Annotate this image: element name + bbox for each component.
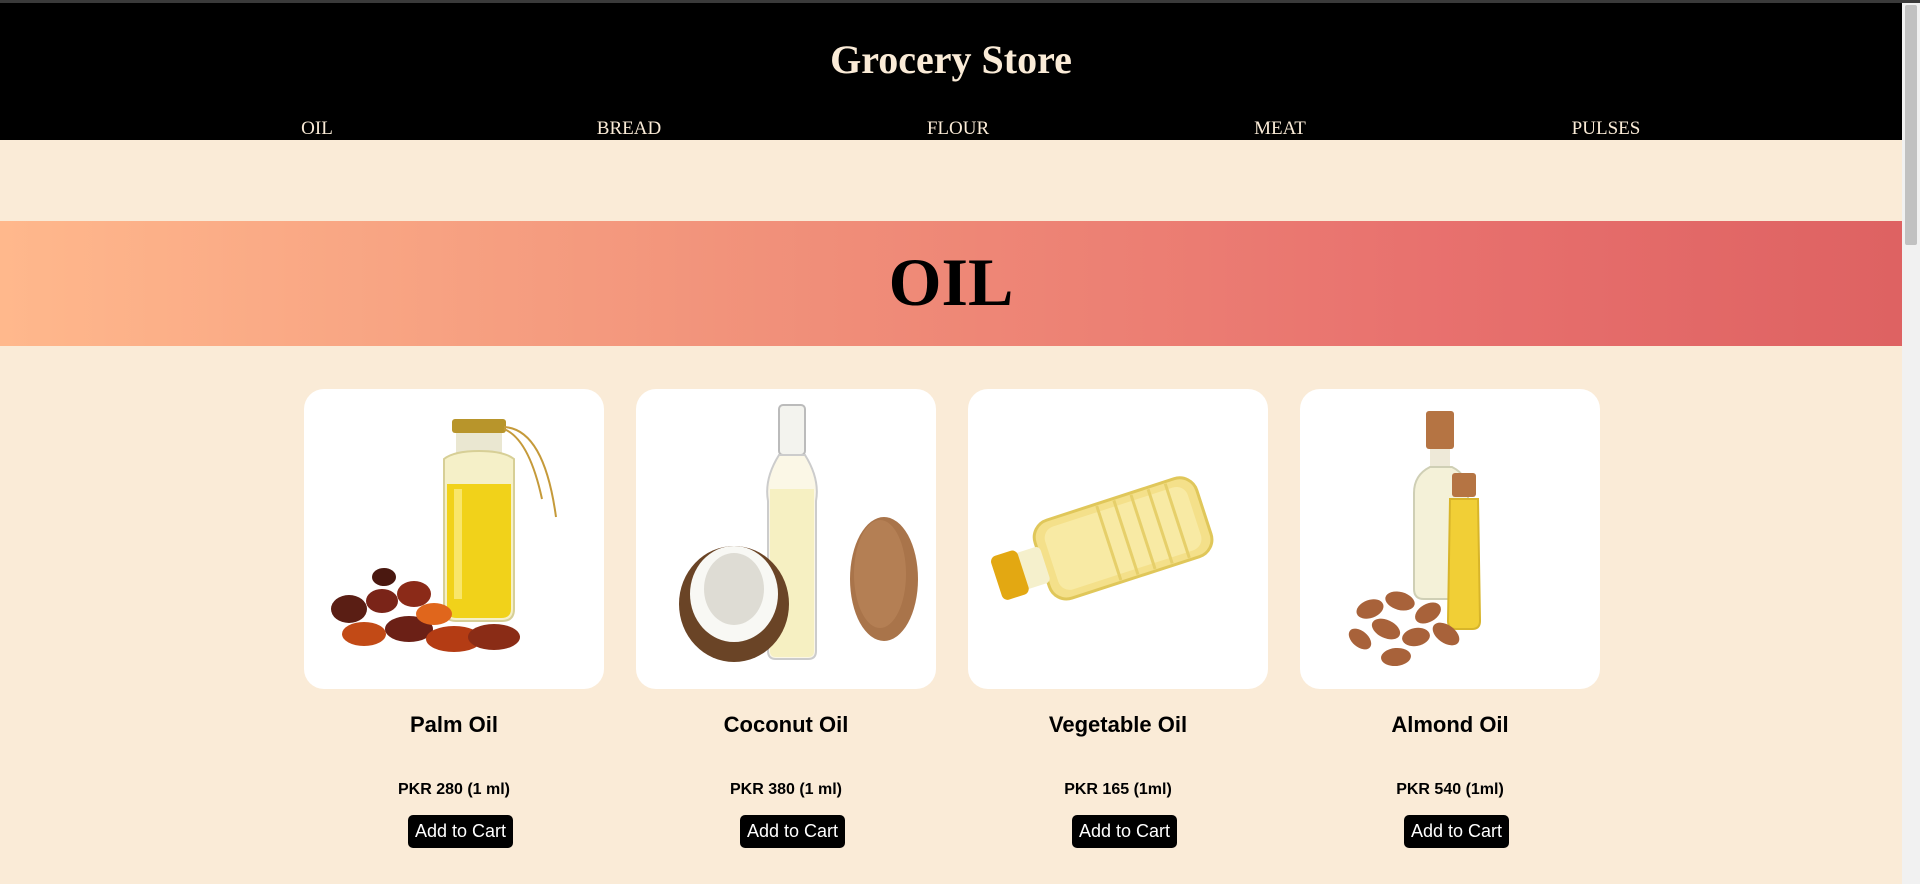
product-price: PKR 380 (1 ml) bbox=[729, 781, 843, 798]
palm-oil-image[interactable] bbox=[304, 389, 604, 689]
category-title: OIL bbox=[888, 244, 1014, 320]
product-name: Coconut Oil bbox=[723, 712, 849, 737]
product-price: PKR 280 (1 ml) bbox=[397, 781, 511, 798]
main-nav: OIL BREAD FLOUR MEAT PULSES bbox=[0, 117, 1902, 141]
product-card: Vegetable Oil PKR 165 (1ml) Add to Cart bbox=[968, 389, 1268, 848]
product-name: Palm Oil bbox=[409, 712, 499, 737]
nav-item-bread[interactable]: BREAD bbox=[597, 117, 661, 141]
product-name: Vegetable Oil bbox=[1048, 712, 1188, 737]
almond-oil-image[interactable] bbox=[1300, 389, 1600, 689]
product-price: PKR 540 (1ml) bbox=[1396, 781, 1504, 798]
nav-item-meat[interactable]: MEAT bbox=[1254, 117, 1306, 141]
add-to-cart-button[interactable]: Add to Cart bbox=[740, 815, 846, 848]
product-name: Almond Oil bbox=[1391, 712, 1509, 737]
category-banner: OIL bbox=[0, 221, 1902, 346]
product-card: Coconut Oil PKR 380 (1 ml) Add to Cart bbox=[636, 389, 936, 848]
add-to-cart-button[interactable]: Add to Cart bbox=[408, 815, 514, 848]
product-card: Almond Oil PKR 540 (1ml) Add to Cart bbox=[1300, 389, 1600, 848]
vegetable-oil-image[interactable] bbox=[968, 389, 1268, 689]
nav-item-pulses[interactable]: PULSES bbox=[1572, 117, 1641, 141]
add-to-cart-button[interactable]: Add to Cart bbox=[1072, 815, 1178, 848]
product-card: Palm Oil PKR 280 (1 ml) Add to Cart bbox=[304, 389, 604, 848]
product-price: PKR 165 (1ml) bbox=[1064, 781, 1172, 798]
coconut-oil-image[interactable] bbox=[636, 389, 936, 689]
site-header: Grocery Store OIL BREAD FLOUR MEAT PULSE… bbox=[0, 3, 1902, 140]
vertical-scrollbar[interactable] bbox=[1902, 3, 1920, 884]
add-to-cart-button[interactable]: Add to Cart bbox=[1404, 815, 1510, 848]
site-title: Grocery Store bbox=[830, 37, 1072, 82]
nav-item-oil[interactable]: OIL bbox=[301, 117, 333, 141]
nav-item-flour[interactable]: FLOUR bbox=[927, 117, 989, 141]
scrollbar-thumb[interactable] bbox=[1905, 5, 1917, 245]
